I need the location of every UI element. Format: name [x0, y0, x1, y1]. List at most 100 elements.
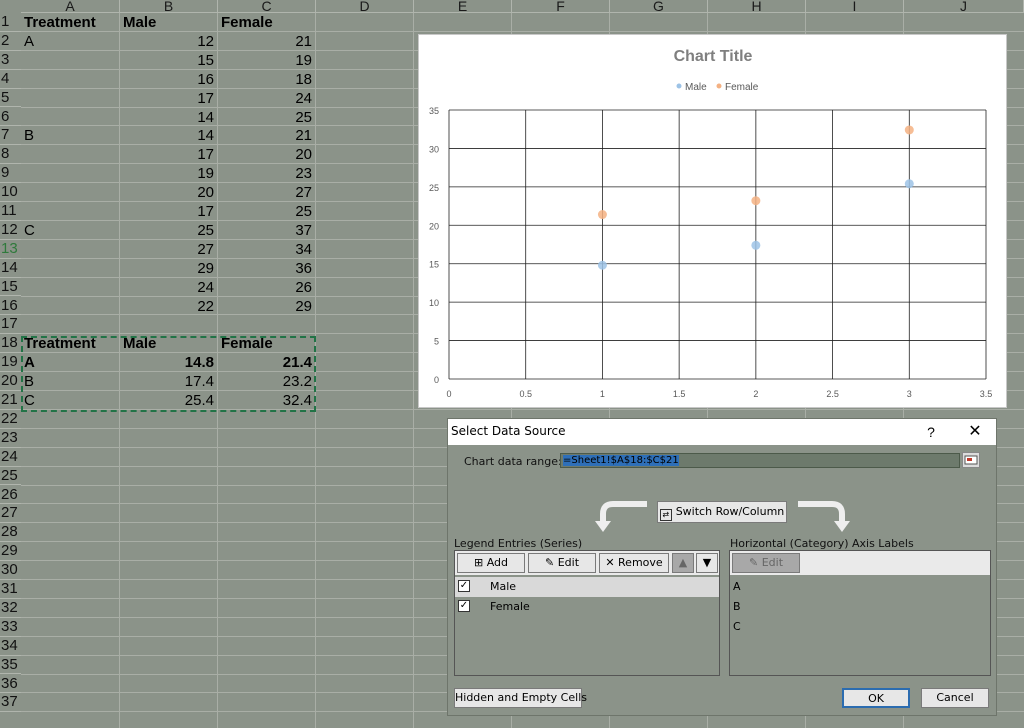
row-header-33[interactable]: 33 — [0, 618, 21, 637]
row-header-15[interactable]: 15 — [0, 278, 21, 297]
column-header-b[interactable]: B — [120, 0, 218, 13]
cell-b3[interactable]: 15 — [120, 51, 217, 70]
row-header-35[interactable]: 35 — [0, 656, 21, 675]
cell-b6[interactable]: 14 — [120, 108, 217, 127]
cell-a13[interactable] — [21, 240, 119, 259]
row-header-25[interactable]: 25 — [0, 467, 21, 486]
row-header-28[interactable]: 28 — [0, 523, 21, 543]
row-header-20[interactable]: 20 — [0, 372, 21, 391]
row-header-16[interactable]: 16 — [0, 297, 21, 316]
column-header-a[interactable]: A — [21, 0, 120, 13]
cell-c6[interactable]: 25 — [218, 108, 315, 127]
cell-a4[interactable] — [21, 70, 119, 89]
cell-b10[interactable]: 20 — [120, 183, 217, 202]
series-checkbox[interactable]: ✓ — [458, 580, 470, 592]
cell-c15[interactable]: 26 — [218, 278, 315, 297]
cell-a16[interactable] — [21, 297, 119, 316]
row-header-23[interactable]: 23 — [0, 429, 21, 448]
edit-series-button[interactable]: ✎ Edit — [528, 553, 596, 573]
cell-c2[interactable]: 21 — [218, 32, 315, 51]
cell-a3[interactable] — [21, 51, 119, 70]
cell-b14[interactable]: 29 — [120, 259, 217, 278]
cell-a5[interactable] — [21, 89, 119, 108]
collapse-range-button[interactable] — [962, 452, 980, 468]
cell-b8[interactable]: 17 — [120, 145, 217, 164]
row-header-10[interactable]: 10 — [0, 183, 21, 202]
cell-a7[interactable]: B — [21, 126, 119, 145]
column-header-e[interactable]: E — [414, 0, 512, 13]
row-header-9[interactable]: 9 — [0, 164, 21, 184]
cell-c12[interactable]: 37 — [218, 221, 315, 240]
row-header-6[interactable]: 6 — [0, 108, 21, 127]
hidden-empty-cells-button[interactable]: Hidden and Empty Cells — [454, 688, 587, 708]
cell-c1[interactable]: Female — [218, 13, 315, 32]
ok-button[interactable]: OK — [842, 688, 910, 708]
scatter-chart[interactable]: Chart Title Male Female 0 5 10 15 20 25 30 35 0 0.5 1… — [418, 34, 1007, 408]
row-header-12[interactable]: 12 — [0, 221, 21, 240]
cell-c11[interactable]: 25 — [218, 202, 315, 221]
cell-b2[interactable]: 12 — [120, 32, 217, 51]
column-header-c[interactable]: C — [218, 0, 316, 13]
row-header-17[interactable]: 17 — [0, 315, 21, 335]
close-button[interactable]: ✕ — [964, 422, 986, 442]
row-header-18[interactable]: 18 — [0, 334, 21, 354]
cell-b5[interactable]: 17 — [120, 89, 217, 108]
cell-b12[interactable]: 25 — [120, 221, 217, 240]
cell-c7[interactable]: 21 — [218, 126, 315, 145]
column-header-d[interactable]: D — [316, 0, 414, 13]
cell-b7[interactable]: 14 — [120, 126, 217, 145]
row-header-13[interactable]: 13 — [0, 240, 21, 259]
switch-row-column-button[interactable]: ⇄ Switch Row/Column — [657, 501, 787, 523]
row-header-7[interactable]: 7 — [0, 126, 21, 146]
row-header-19[interactable]: 19 — [0, 353, 21, 373]
row-header-24[interactable]: 24 — [0, 448, 21, 467]
move-down-button[interactable]: ▼ — [696, 553, 718, 573]
cell-a11[interactable] — [21, 202, 119, 221]
row-header-34[interactable]: 34 — [0, 637, 21, 656]
cell-b16[interactable]: 22 — [120, 297, 217, 316]
move-up-button[interactable]: ▲ — [672, 553, 694, 573]
cell-c10[interactable]: 27 — [218, 183, 315, 202]
cell-b15[interactable]: 24 — [120, 278, 217, 297]
row-header-27[interactable]: 27 — [0, 504, 21, 524]
cell-c14[interactable]: 36 — [218, 259, 315, 278]
series-checkbox[interactable]: ✓ — [458, 600, 470, 612]
dialog-titlebar[interactable]: Select Data Source ? ✕ — [448, 419, 996, 445]
cell-c3[interactable]: 19 — [218, 51, 315, 70]
column-header-g[interactable]: G — [610, 0, 708, 13]
row-header-11[interactable]: 11 — [0, 202, 21, 221]
cell-b13[interactable]: 27 — [120, 240, 217, 259]
edit-axis-labels-button[interactable]: ✎ Edit — [732, 553, 800, 573]
column-header-i[interactable]: I — [806, 0, 904, 13]
chart-data-range-input[interactable]: =Sheet1!$A$18:$C$21 — [560, 453, 960, 468]
column-header-f[interactable]: F — [512, 0, 610, 13]
cell-b9[interactable]: 19 — [120, 164, 217, 183]
cell-a12[interactable]: C — [21, 221, 119, 240]
cell-c16[interactable]: 29 — [218, 297, 315, 316]
row-header-37[interactable]: 37 — [0, 693, 21, 713]
cell-b4[interactable]: 16 — [120, 70, 217, 89]
cell-c8[interactable]: 20 — [218, 145, 315, 164]
row-header-4[interactable]: 4 — [0, 70, 21, 89]
row-header-21[interactable]: 21 — [0, 391, 21, 410]
cell-b11[interactable]: 17 — [120, 202, 217, 221]
series-item-male[interactable]: ✓ Male — [455, 577, 719, 597]
cell-c4[interactable]: 18 — [218, 70, 315, 89]
column-header-h[interactable]: H — [708, 0, 806, 13]
cell-b1[interactable]: Male — [120, 13, 217, 32]
cell-c13[interactable]: 34 — [218, 240, 315, 259]
cell-a2[interactable]: A — [21, 32, 119, 51]
row-header-8[interactable]: 8 — [0, 145, 21, 165]
row-header-29[interactable]: 29 — [0, 542, 21, 562]
row-header-2[interactable]: 2 — [0, 32, 21, 51]
row-header-31[interactable]: 31 — [0, 580, 21, 599]
help-button[interactable]: ? — [920, 422, 942, 442]
series-item-female[interactable]: ✓ Female — [455, 597, 719, 617]
remove-series-button[interactable]: ✕ Remove — [599, 553, 669, 573]
row-header-14[interactable]: 14 — [0, 259, 21, 278]
cell-c9[interactable]: 23 — [218, 164, 315, 183]
cell-a6[interactable] — [21, 108, 119, 127]
cell-a10[interactable] — [21, 183, 119, 202]
row-header-30[interactable]: 30 — [0, 561, 21, 580]
cell-a15[interactable] — [21, 278, 119, 297]
